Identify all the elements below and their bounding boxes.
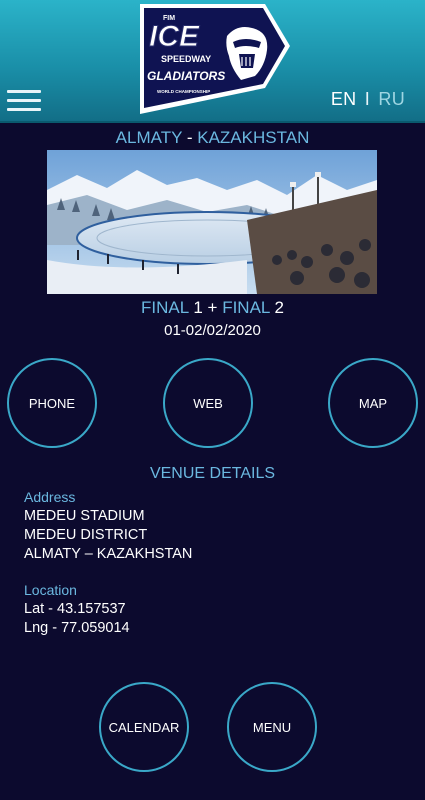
longitude-value: Lng - 77.059014 bbox=[24, 620, 130, 636]
ice-speedway-gladiators-logo: FIM ICE SPEEDWAY GLADIATORS WORLD CHAMPI… bbox=[140, 4, 290, 114]
final-1-label: FINAL bbox=[141, 298, 189, 317]
final-1-number: 1 bbox=[193, 298, 203, 317]
address-label: Address bbox=[24, 489, 76, 505]
address-line-1: MEDEU STADIUM bbox=[24, 508, 145, 524]
final-2-label: FINAL bbox=[222, 298, 270, 317]
final-2-number: 2 bbox=[274, 298, 284, 317]
venue-stadium-photo bbox=[47, 150, 377, 294]
lang-en[interactable]: EN bbox=[331, 89, 357, 109]
plus-sign: + bbox=[207, 298, 218, 317]
web-button[interactable]: WEB bbox=[163, 358, 253, 448]
event-finals: FINAL 1 + FINAL 2 bbox=[0, 298, 425, 318]
phone-button[interactable]: PHONE bbox=[7, 358, 97, 448]
location-label: Location bbox=[24, 582, 77, 598]
hamburger-menu-icon[interactable] bbox=[7, 90, 41, 112]
address-line-3: ALMATY – KAZAKHSTAN bbox=[24, 546, 193, 562]
event-location-title: ALMATY - KAZAKHSTAN bbox=[0, 128, 425, 148]
event-date: 01-02/02/2020 bbox=[164, 322, 261, 339]
address-line-2: MEDEU DISTRICT bbox=[24, 527, 148, 543]
city-name: ALMATY bbox=[115, 128, 183, 147]
header-divider bbox=[0, 121, 425, 123]
menu-button[interactable]: MENU bbox=[227, 682, 317, 772]
city-separator: - bbox=[186, 128, 193, 147]
lang-separator: I bbox=[364, 89, 371, 109]
app-header: FIM ICE SPEEDWAY GLADIATORS WORLD CHAMPI… bbox=[0, 0, 425, 123]
country-name: KAZAKHSTAN bbox=[197, 128, 310, 147]
svg-text:SPEEDWAY: SPEEDWAY bbox=[161, 54, 211, 64]
calendar-button[interactable]: CALENDAR bbox=[99, 682, 189, 772]
svg-text:GLADIATORS: GLADIATORS bbox=[147, 69, 225, 83]
latitude-value: Lat - 43.157537 bbox=[24, 601, 126, 617]
svg-text:WORLD CHAMPIONSHIP: WORLD CHAMPIONSHIP bbox=[157, 89, 210, 94]
lang-ru[interactable]: RU bbox=[378, 89, 405, 109]
map-button[interactable]: MAP bbox=[328, 358, 418, 448]
language-switcher: EN I RU bbox=[331, 89, 405, 110]
venue-details-heading: VENUE DETAILS bbox=[149, 465, 276, 482]
svg-text:ICE: ICE bbox=[149, 20, 200, 53]
